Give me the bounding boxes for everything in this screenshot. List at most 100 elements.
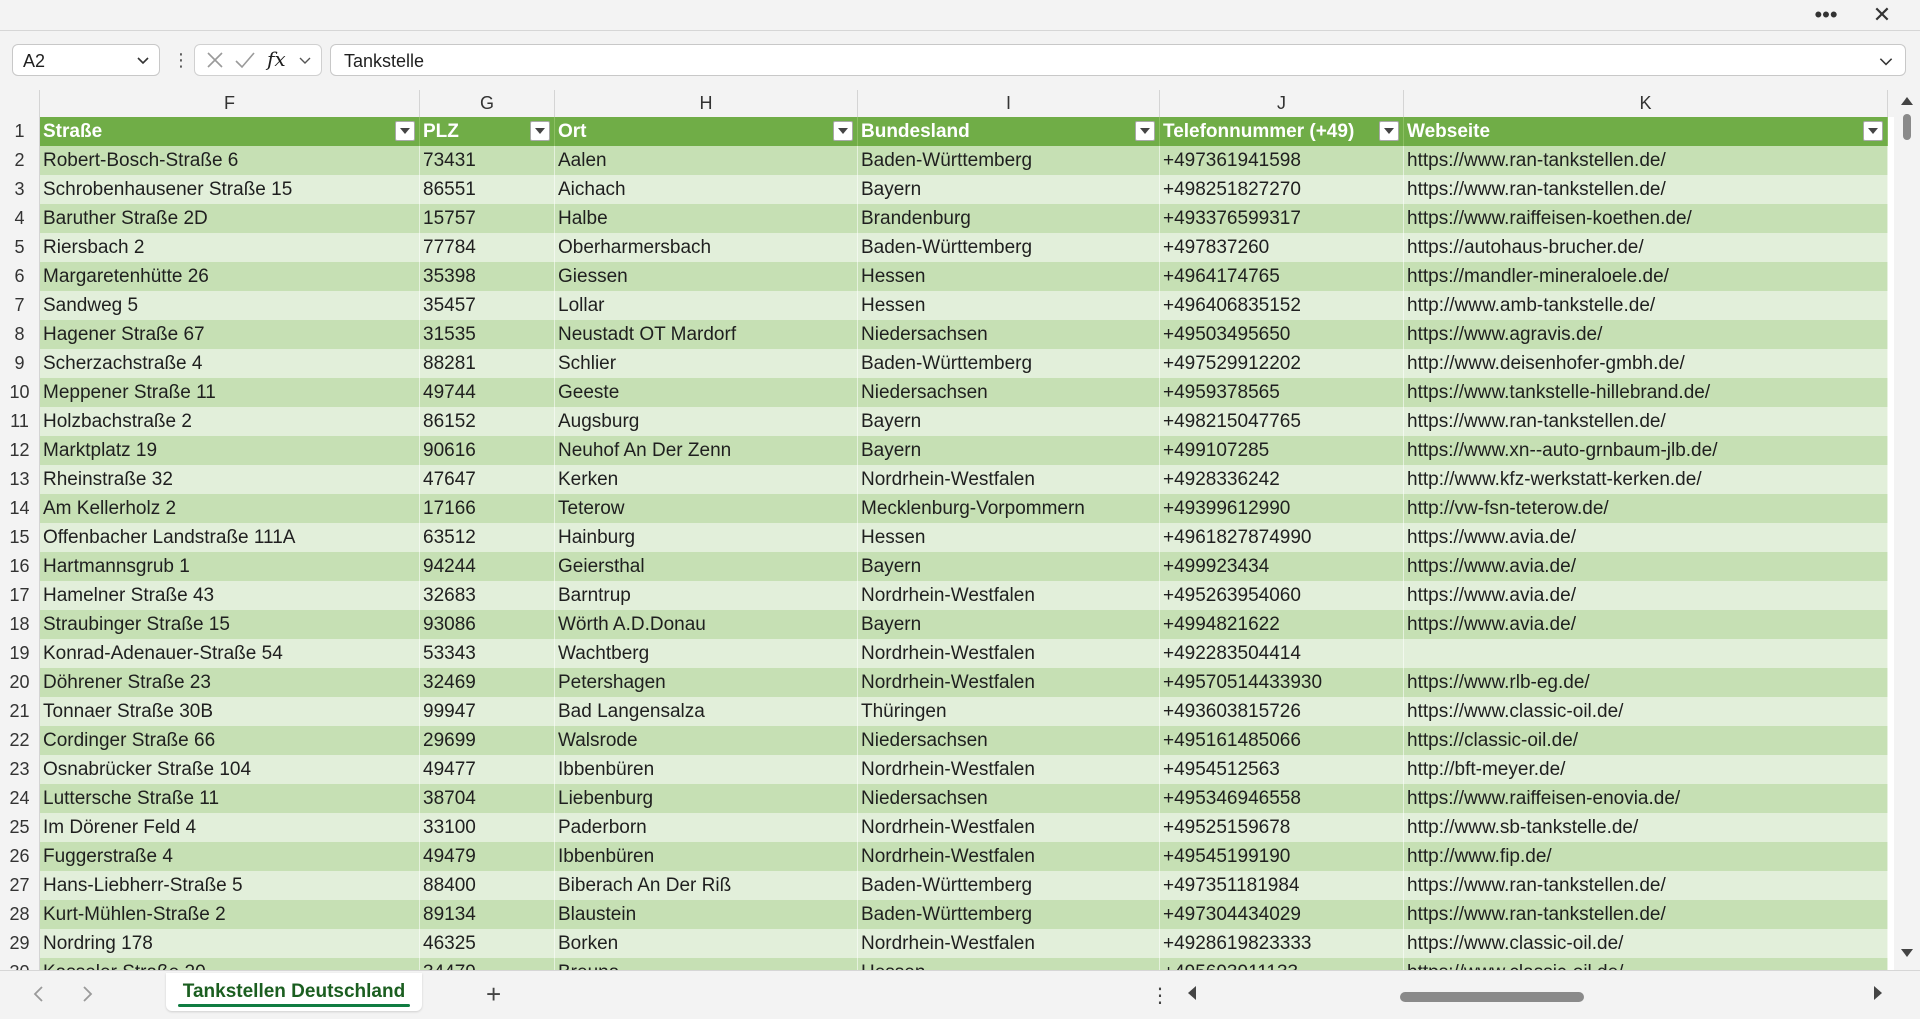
row-number[interactable]: 12 <box>0 436 40 465</box>
table-cell[interactable]: 33100 <box>420 813 555 842</box>
table-cell[interactable]: +497304434029 <box>1160 900 1404 929</box>
close-button[interactable]: ✕ <box>1862 0 1902 30</box>
column-header-h[interactable]: H <box>555 90 858 117</box>
table-cell[interactable]: Breuna <box>555 958 858 970</box>
table-cell[interactable]: +49525159678 <box>1160 813 1404 842</box>
table-cell[interactable]: Neuhof An Der Zenn <box>555 436 858 465</box>
table-cell[interactable]: 88281 <box>420 349 555 378</box>
table-cell[interactable]: +49570514433930 <box>1160 668 1404 697</box>
table-cell[interactable]: Giessen <box>555 262 858 291</box>
table-cell[interactable]: 35398 <box>420 262 555 291</box>
table-cell[interactable]: Holzbachstraße 2 <box>40 407 420 436</box>
scroll-up-arrow-icon[interactable] <box>1900 94 1914 112</box>
table-cell[interactable]: Thüringen <box>858 697 1160 726</box>
table-cell[interactable]: Nordrhein-Westfalen <box>858 581 1160 610</box>
table-cell[interactable]: Nordrhein-Westfalen <box>858 929 1160 958</box>
table-cell[interactable]: 53343 <box>420 639 555 668</box>
table-cell[interactable]: +495693911133 <box>1160 958 1404 970</box>
table-cell[interactable]: https://www.ran-tankstellen.de/ <box>1404 900 1888 929</box>
row-number[interactable]: 3 <box>0 175 40 204</box>
scroll-left-arrow-icon[interactable] <box>1186 985 1198 1006</box>
table-cell[interactable]: +493603815726 <box>1160 697 1404 726</box>
table-cell[interactable]: 86551 <box>420 175 555 204</box>
table-cell[interactable]: +497529912202 <box>1160 349 1404 378</box>
table-cell[interactable]: Kurt-Mühlen-Straße 2 <box>40 900 420 929</box>
table-cell[interactable]: +49503495650 <box>1160 320 1404 349</box>
table-cell[interactable]: +495263954060 <box>1160 581 1404 610</box>
table-cell[interactable]: Augsburg <box>555 407 858 436</box>
column-title-cell[interactable]: Telefonnummer (+49) <box>1160 117 1404 146</box>
table-cell[interactable]: +499923434 <box>1160 552 1404 581</box>
row-number[interactable]: 16 <box>0 552 40 581</box>
table-cell[interactable]: https://www.avia.de/ <box>1404 581 1888 610</box>
row-number[interactable]: 25 <box>0 813 40 842</box>
name-box[interactable]: A2 <box>12 44 160 76</box>
table-cell[interactable]: Nordrhein-Westfalen <box>858 668 1160 697</box>
enter-check-icon[interactable] <box>233 48 257 77</box>
table-cell[interactable]: https://www.tankstelle-hillebrand.de/ <box>1404 378 1888 407</box>
column-title-cell[interactable]: PLZ <box>420 117 555 146</box>
table-cell[interactable]: Bayern <box>858 407 1160 436</box>
table-cell[interactable]: Petershagen <box>555 668 858 697</box>
table-cell[interactable]: Niedersachsen <box>858 320 1160 349</box>
table-cell[interactable]: Cordinger Straße 66 <box>40 726 420 755</box>
row-number[interactable]: 10 <box>0 378 40 407</box>
table-cell[interactable]: +493376599317 <box>1160 204 1404 233</box>
table-cell[interactable]: 77784 <box>420 233 555 262</box>
table-cell[interactable]: Paderborn <box>555 813 858 842</box>
table-cell[interactable]: Offenbacher Landstraße 111A <box>40 523 420 552</box>
table-cell[interactable]: http://www.sb-tankstelle.de/ <box>1404 813 1888 842</box>
row-number[interactable]: 17 <box>0 581 40 610</box>
scroll-down-arrow-icon[interactable] <box>1900 946 1914 964</box>
row-number[interactable]: 22 <box>0 726 40 755</box>
table-cell[interactable]: Kasseler Straße 20 <box>40 958 420 970</box>
table-cell[interactable]: 94244 <box>420 552 555 581</box>
scroll-right-arrow-icon[interactable] <box>1872 985 1884 1006</box>
table-cell[interactable]: 34479 <box>420 958 555 970</box>
table-cell[interactable]: http://www.kfz-werkstatt-kerken.de/ <box>1404 465 1888 494</box>
row-number[interactable]: 7 <box>0 291 40 320</box>
table-cell[interactable]: Brandenburg <box>858 204 1160 233</box>
table-cell[interactable]: Hans-Liebherr-Straße 5 <box>40 871 420 900</box>
table-cell[interactable]: Halbe <box>555 204 858 233</box>
table-cell[interactable]: Baden-Württemberg <box>858 349 1160 378</box>
table-cell[interactable]: +498215047765 <box>1160 407 1404 436</box>
table-cell[interactable]: Hessen <box>858 291 1160 320</box>
table-cell[interactable]: Wörth A.D.Donau <box>555 610 858 639</box>
table-cell[interactable]: Rheinstraße 32 <box>40 465 420 494</box>
table-cell[interactable]: Nordrhein-Westfalen <box>858 465 1160 494</box>
filter-dropdown-icon[interactable] <box>1863 121 1883 141</box>
table-cell[interactable]: +4954512563 <box>1160 755 1404 784</box>
table-cell[interactable]: Bayern <box>858 610 1160 639</box>
table-cell[interactable]: Baden-Württemberg <box>858 146 1160 175</box>
table-cell[interactable]: https://www.avia.de/ <box>1404 552 1888 581</box>
table-cell[interactable] <box>1404 639 1888 668</box>
more-options-button[interactable]: ••• <box>1806 0 1846 30</box>
table-cell[interactable]: Teterow <box>555 494 858 523</box>
table-cell[interactable]: https://www.classic-oil.de/ <box>1404 929 1888 958</box>
table-cell[interactable]: Baden-Württemberg <box>858 900 1160 929</box>
table-cell[interactable]: Döhrener Straße 23 <box>40 668 420 697</box>
table-cell[interactable]: Hessen <box>858 958 1160 970</box>
table-cell[interactable]: +499107285 <box>1160 436 1404 465</box>
table-cell[interactable]: 99947 <box>420 697 555 726</box>
row-number[interactable]: 21 <box>0 697 40 726</box>
vertical-scrollbar[interactable] <box>1894 90 1920 970</box>
column-header-j[interactable]: J <box>1160 90 1404 117</box>
table-cell[interactable]: +4928619823333 <box>1160 929 1404 958</box>
table-cell[interactable]: 32683 <box>420 581 555 610</box>
table-cell[interactable]: 86152 <box>420 407 555 436</box>
table-cell[interactable]: Neustadt OT Mardorf <box>555 320 858 349</box>
table-cell[interactable]: +4994821622 <box>1160 610 1404 639</box>
row-number[interactable]: 24 <box>0 784 40 813</box>
table-cell[interactable]: 89134 <box>420 900 555 929</box>
table-cell[interactable]: Bad Langensalza <box>555 697 858 726</box>
column-header-k[interactable]: K <box>1404 90 1888 117</box>
table-cell[interactable]: Luttersche Straße 11 <box>40 784 420 813</box>
table-cell[interactable]: Kerken <box>555 465 858 494</box>
column-header-i[interactable]: I <box>858 90 1160 117</box>
horizontal-scroll-thumb[interactable] <box>1400 992 1584 1002</box>
table-cell[interactable]: Nordrhein-Westfalen <box>858 639 1160 668</box>
row-number[interactable]: 14 <box>0 494 40 523</box>
table-cell[interactable]: +4964174765 <box>1160 262 1404 291</box>
